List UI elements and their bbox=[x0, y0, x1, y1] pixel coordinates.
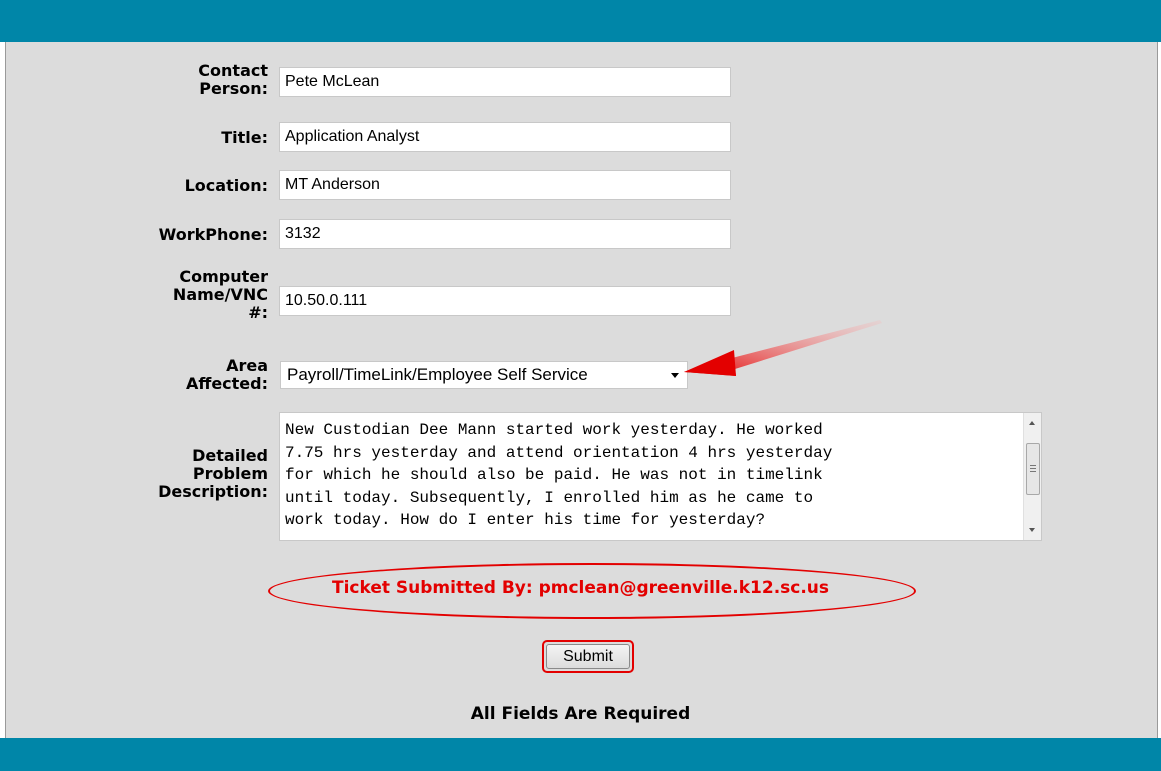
top-header-band bbox=[0, 0, 1161, 42]
description-scrollbar[interactable] bbox=[1023, 413, 1041, 540]
contact-person-label: Contact Person: bbox=[198, 61, 268, 98]
workphone-label: WorkPhone: bbox=[158, 225, 268, 244]
description-textarea[interactable]: New Custodian Dee Mann started work yest… bbox=[279, 412, 1042, 541]
required-note: All Fields Are Required bbox=[470, 704, 691, 724]
submit-button[interactable]: Submit bbox=[546, 644, 630, 669]
scroll-down-icon[interactable] bbox=[1029, 528, 1035, 532]
right-frame-border bbox=[1157, 42, 1161, 738]
area-affected-value: Payroll/TimeLink/Employee Self Service bbox=[287, 365, 588, 384]
scrollbar-thumb[interactable] bbox=[1026, 443, 1040, 495]
annotation-arrow-icon bbox=[684, 320, 882, 376]
location-input[interactable] bbox=[279, 170, 731, 200]
contact-person-input[interactable] bbox=[279, 67, 731, 97]
title-label: Title: bbox=[221, 128, 268, 147]
workphone-input[interactable] bbox=[279, 219, 731, 249]
bottom-footer-band bbox=[0, 738, 1161, 771]
description-text[interactable]: New Custodian Dee Mann started work yest… bbox=[285, 419, 1025, 532]
area-affected-label: Area Affected: bbox=[185, 356, 268, 393]
ticket-submitted-by: Ticket Submitted By: pmclean@greenville.… bbox=[331, 578, 830, 598]
computer-name-label: Computer Name/VNC #: bbox=[172, 267, 268, 322]
submit-button-highlight: Submit bbox=[542, 640, 634, 673]
scroll-up-icon[interactable] bbox=[1029, 421, 1035, 425]
area-affected-select[interactable]: Payroll/TimeLink/Employee Self Service bbox=[280, 361, 688, 389]
description-label: Detailed Problem Description: bbox=[158, 446, 268, 501]
location-label: Location: bbox=[184, 176, 268, 195]
computer-name-input[interactable] bbox=[279, 286, 731, 316]
left-frame-border bbox=[0, 42, 6, 738]
title-input[interactable] bbox=[279, 122, 731, 152]
